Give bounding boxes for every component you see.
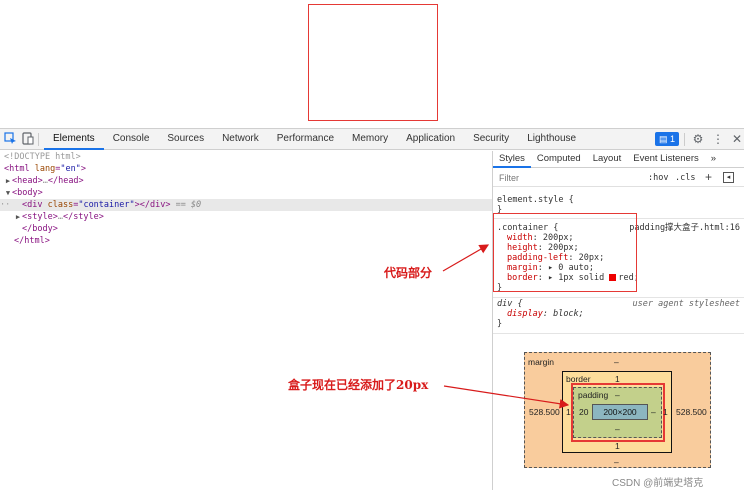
hover-state-toggle[interactable]: :hov <box>648 173 668 183</box>
dom-node-doctype[interactable]: <!DOCTYPE html> <box>0 151 492 163</box>
padding-bottom-value[interactable]: – <box>615 424 620 434</box>
tab-security[interactable]: Security <box>464 129 518 150</box>
filter-input[interactable]: Filter <box>499 173 519 183</box>
html-close-tag: </html> <box>14 236 50 246</box>
padding-right-value[interactable]: – <box>651 407 656 417</box>
html-open-tag: <html <box>4 164 30 174</box>
tab-application[interactable]: Application <box>397 129 464 150</box>
dom-node-body-close[interactable]: </body> <box>0 223 492 235</box>
margin-label: margin <box>528 357 554 367</box>
inspect-element-icon[interactable] <box>3 132 17 146</box>
styles-filter-bar: Filter :hov .cls + ◂ <box>493 169 744 187</box>
div-class-attr: class <box>47 200 74 210</box>
doctype-text: <!DOCTYPE html> <box>4 152 81 162</box>
annotation-code-part: 代码部分 <box>384 266 433 280</box>
div-open-tag: <div <box>22 200 43 210</box>
body-close-tag: </body> <box>22 224 58 234</box>
selected-marker: == $0 <box>175 200 202 210</box>
margin-right-value[interactable]: 528.500 <box>676 407 707 417</box>
tab-styles[interactable]: Styles <box>493 151 531 168</box>
body-open-tag: <body> <box>12 188 43 198</box>
tab-event-listeners[interactable]: Event Listeners <box>627 151 704 168</box>
declaration-display: display: block; <box>507 309 584 319</box>
margin-bottom-value[interactable]: – <box>614 457 619 467</box>
annotation-highlight-rule <box>493 213 637 292</box>
div-selector[interactable]: div { <box>497 299 523 309</box>
expand-triangle-icon[interactable]: ▶ <box>14 211 22 223</box>
tag-close-bracket: > <box>80 164 86 174</box>
border-left-value[interactable]: 1 <box>566 407 571 417</box>
style-open-tag: <style> <box>22 212 58 222</box>
page-viewport <box>0 0 744 128</box>
settings-gear-icon[interactable]: ⚙ <box>691 132 705 146</box>
new-rule-plus-icon[interactable]: + <box>705 170 712 184</box>
class-toggle[interactable]: .cls <box>675 173 695 183</box>
close-devtools-icon[interactable]: ✕ <box>730 132 744 146</box>
collapse-triangle-icon[interactable]: ▼ <box>4 187 12 199</box>
tab-lighthouse[interactable]: Lighthouse <box>518 129 585 150</box>
html-lang-attr: lang <box>34 164 56 174</box>
toolbar-divider <box>684 133 685 146</box>
margin-left-value[interactable]: 528.500 <box>529 407 560 417</box>
dom-node-html-close[interactable]: </html> <box>0 235 492 247</box>
expand-triangle-icon[interactable]: ▶ <box>4 175 12 187</box>
csdn-watermark: CSDN @前端史塔克 <box>612 478 704 489</box>
prop-value: block; <box>553 309 584 319</box>
element-style-rule: element.style { } <box>493 195 744 215</box>
rule-separator <box>493 333 744 334</box>
border-bottom-value[interactable]: 1 <box>615 441 620 451</box>
margin-top-value[interactable]: – <box>614 357 619 367</box>
border-right-value[interactable]: 1 <box>663 407 668 417</box>
prop-name: display <box>507 309 543 319</box>
tab-sources[interactable]: Sources <box>158 129 213 150</box>
div-class-value: "container" <box>78 200 135 210</box>
device-toggle-icon[interactable] <box>20 132 34 146</box>
more-tabs-icon[interactable]: » <box>705 151 722 168</box>
dom-node-body[interactable]: ▼ <body> <box>0 187 492 199</box>
rule-source-link[interactable]: padding撑大盒子.html:16 <box>629 223 740 233</box>
border-top-value[interactable]: 1 <box>615 374 620 384</box>
message-icon: ▤ <box>658 134 668 144</box>
issues-badge[interactable]: ▤ 1 <box>655 132 679 146</box>
row-dots: ·· <box>0 200 11 210</box>
head-open-tag: <head> <box>12 176 43 186</box>
container-box <box>308 4 438 121</box>
tab-console[interactable]: Console <box>104 129 159 150</box>
tab-network[interactable]: Network <box>213 129 268 150</box>
user-agent-rule: div { user agent stylesheet display: blo… <box>493 299 744 329</box>
element-style-selector[interactable]: element.style { <box>493 195 744 205</box>
sidebar-tabs: Styles Computed Layout Event Listeners » <box>493 151 744 168</box>
rule-close-brace: } <box>497 319 503 329</box>
tab-computed[interactable]: Computed <box>531 151 587 168</box>
html-lang-value: "en" <box>60 164 81 174</box>
tab-memory[interactable]: Memory <box>343 129 397 150</box>
annotation-box-added: 盒子现在已经添加了20px <box>288 378 429 392</box>
toolbar-divider <box>38 133 39 146</box>
user-agent-source: user agent stylesheet <box>632 299 740 309</box>
devtools-tabs: Elements Console Sources Network Perform… <box>44 129 585 150</box>
more-options-icon[interactable]: ⋮ <box>711 132 725 146</box>
padding-top-value[interactable]: – <box>615 390 620 400</box>
dom-node-html[interactable]: <html lang="en"> <box>0 163 492 175</box>
elements-tree: <!DOCTYPE html> <html lang="en"> ▶ <head>… <box>0 151 492 490</box>
dom-node-style[interactable]: ▶ <style>…</style> <box>0 211 492 223</box>
toggle-sidebar-icon[interactable]: ◂ <box>723 172 734 183</box>
tab-elements[interactable]: Elements <box>44 129 104 150</box>
tab-layout[interactable]: Layout <box>587 151 628 168</box>
padding-left-value[interactable]: 20 <box>579 407 588 417</box>
issues-count: 1 <box>670 134 676 144</box>
style-close-tag: </style> <box>62 212 104 222</box>
dom-node-head[interactable]: ▶ <head>…</head> <box>0 175 492 187</box>
border-label: border <box>566 374 591 384</box>
padding-label: padding <box>578 390 609 400</box>
head-close-tag: </head> <box>47 176 84 186</box>
div-rule-header: div { user agent stylesheet <box>493 299 744 309</box>
tab-performance[interactable]: Performance <box>268 129 343 150</box>
rule-separator <box>493 297 744 298</box>
div-close-tag: ></div> <box>134 200 171 210</box>
devtools-toolbar: Elements Console Sources Network Perform… <box>0 129 744 150</box>
dom-node-div-selected[interactable]: ·· <div class="container"></div> == $0 <box>0 199 492 211</box>
